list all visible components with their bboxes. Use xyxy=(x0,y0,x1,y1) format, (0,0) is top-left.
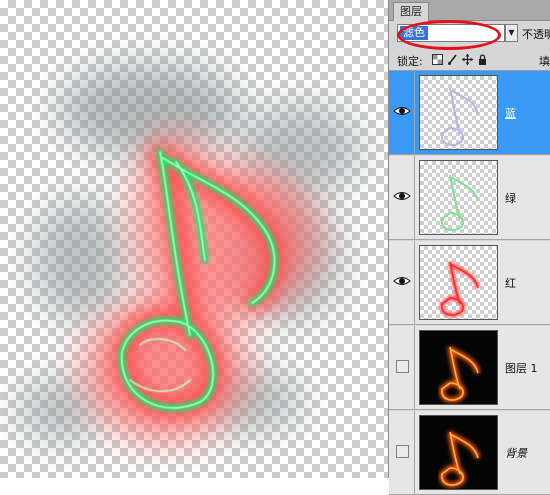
eye-icon[interactable] xyxy=(393,104,411,118)
layer-row-blue[interactable]: 蓝 xyxy=(389,71,550,155)
visibility-toggle-empty[interactable] xyxy=(396,445,409,458)
blend-mode-select[interactable]: 滤色 xyxy=(397,24,505,42)
layer-row-green[interactable]: 绿 xyxy=(389,156,550,240)
fire-note-background-thumbnail xyxy=(419,415,498,490)
visibility-cell[interactable] xyxy=(389,156,415,239)
visibility-cell[interactable] xyxy=(389,71,415,154)
panel-tab-bar: 图层 xyxy=(389,0,550,21)
layers-tab[interactable]: 图层 xyxy=(393,2,429,21)
red-note-thumbnail xyxy=(419,245,498,320)
layer-row-layer-1[interactable]: 图层 1 xyxy=(389,326,550,410)
music-note-artwork xyxy=(20,65,360,440)
blend-mode-row: 滤色 ▼ 不透明 xyxy=(389,22,550,46)
layer-name[interactable]: 图层 1 xyxy=(505,360,538,376)
lock-all-icon[interactable] xyxy=(477,54,488,65)
fire-note-thumbnail xyxy=(419,330,498,405)
lock-move-icon[interactable] xyxy=(462,54,473,65)
opacity-label: 不透明 xyxy=(522,28,550,41)
layer-name[interactable]: 背景 xyxy=(505,445,527,461)
layers-panel: 图层 滤色 ▼ 不透明 锁定: 填 蓝 绿 红 图层 1 背景 xyxy=(388,0,550,495)
document-canvas[interactable] xyxy=(0,0,388,478)
layer-row-background[interactable]: 背景 xyxy=(389,411,550,495)
visibility-toggle-empty[interactable] xyxy=(396,360,409,373)
layer-row-red[interactable]: 红 xyxy=(389,241,550,325)
visibility-cell[interactable] xyxy=(389,326,415,409)
eye-icon[interactable] xyxy=(393,274,411,288)
lock-paint-icon[interactable] xyxy=(447,54,458,65)
visibility-cell[interactable] xyxy=(389,411,415,494)
layer-name[interactable]: 红 xyxy=(505,275,516,291)
blend-mode-value: 滤色 xyxy=(400,26,428,40)
blue-note-thumbnail xyxy=(419,75,498,150)
blend-mode-dropdown-arrow-icon[interactable]: ▼ xyxy=(505,24,518,42)
layer-name[interactable]: 绿 xyxy=(505,190,516,206)
fill-label: 填 xyxy=(539,55,550,68)
eye-icon[interactable] xyxy=(393,189,411,203)
lock-label: 锁定: xyxy=(397,55,423,68)
lock-row: 锁定: 填 xyxy=(389,48,550,71)
visibility-cell[interactable] xyxy=(389,241,415,324)
lock-transparent-icon[interactable] xyxy=(432,54,443,65)
layer-name[interactable]: 蓝 xyxy=(505,105,516,121)
green-note-thumbnail xyxy=(419,160,498,235)
